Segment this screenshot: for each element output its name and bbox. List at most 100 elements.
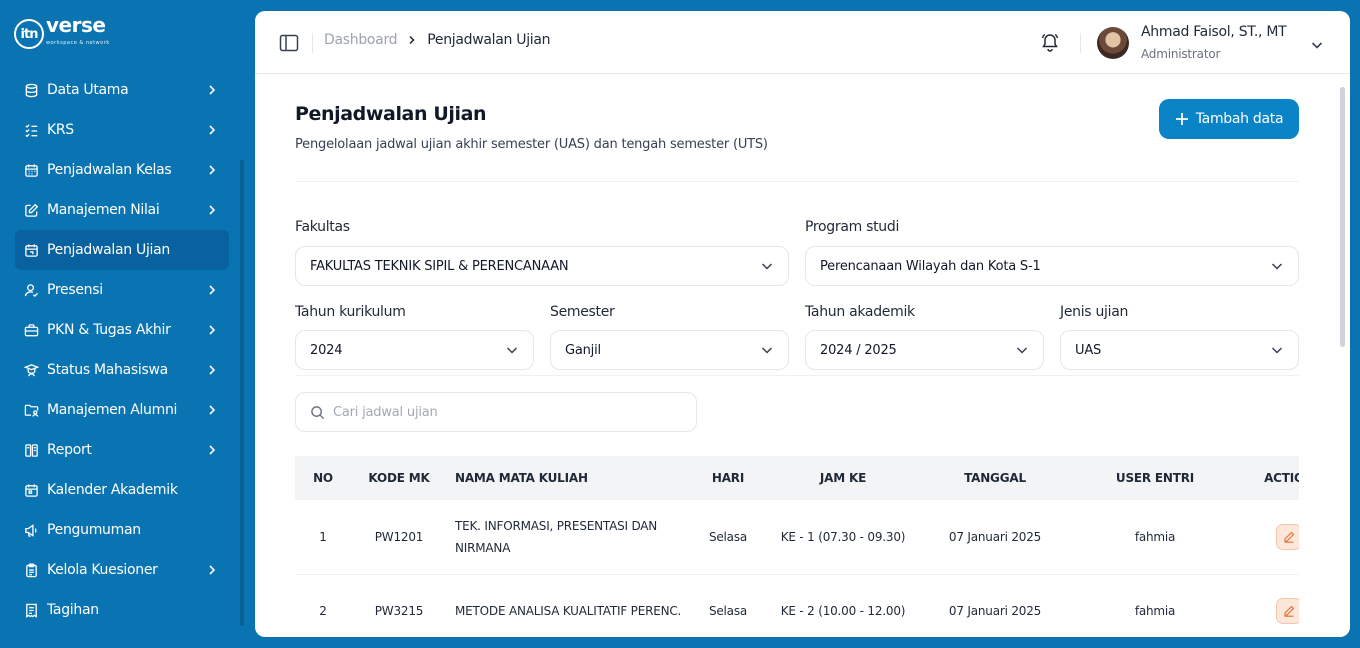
- cell-action: [1243, 500, 1299, 574]
- chevron-right-icon: [205, 283, 219, 297]
- sidebar-item-report[interactable]: Report: [15, 430, 229, 470]
- cell-hari: Selasa: [708, 604, 748, 618]
- chevron-right-icon: [205, 403, 219, 417]
- add-data-label: Tambah data: [1195, 111, 1284, 127]
- semester-value: Ganjil: [565, 342, 601, 358]
- sidebar-item-penjadwalan-ujian[interactable]: Penjadwalan Ujian: [15, 230, 229, 270]
- report-icon: [23, 442, 39, 458]
- kurikulum-value: 2024: [310, 342, 343, 358]
- chevron-down-icon: [1015, 343, 1029, 357]
- sidebar-item-pengumuman[interactable]: Pengumuman: [15, 510, 229, 550]
- main-scrollbar[interactable]: [1340, 87, 1345, 347]
- cell-nama-mk: METODE ANALISA KUALITATIF PERENC.: [455, 604, 682, 618]
- kurikulum-label: Tahun kurikulum: [295, 304, 406, 320]
- sidebar-item-label: KRS: [47, 122, 74, 138]
- user-name[interactable]: Ahmad Faisol, ST., MT: [1141, 24, 1287, 40]
- cell-tanggal: 07 Januari 2025: [948, 604, 1042, 618]
- chevron-right-icon: [407, 35, 417, 45]
- plus-icon: [1175, 113, 1188, 125]
- bell-icon[interactable]: [1040, 32, 1060, 52]
- sidebar-item-label: Status Mahasiswa: [47, 362, 168, 378]
- column-header: ACTION: [1264, 471, 1299, 485]
- jenis-ujian-label: Jenis ujian: [1060, 304, 1129, 320]
- sidebar-toggle-icon[interactable]: [279, 34, 299, 52]
- edit-button[interactable]: [1276, 598, 1299, 624]
- kurikulum-select[interactable]: 2024: [295, 330, 534, 370]
- sidebar-item-penjadwalan-kelas[interactable]: Penjadwalan Kelas: [15, 150, 229, 190]
- fakultas-select[interactable]: FAKULTAS TEKNIK SIPIL & PERENCANAAN: [295, 246, 789, 286]
- chevron-right-icon: [205, 163, 219, 177]
- sidebar-item-status-mahasiswa[interactable]: Status Mahasiswa: [15, 350, 229, 390]
- sidebar-item-krs[interactable]: KRS: [15, 110, 229, 150]
- chevron-down-icon: [760, 343, 774, 357]
- edit-square-icon: [23, 202, 39, 218]
- search-input[interactable]: [333, 404, 682, 420]
- cell-jam: KE - 1 (07.30 - 09.30): [780, 529, 906, 544]
- sidebar-item-pkn-tugas-akhir[interactable]: PKN & Tugas Akhir: [15, 310, 229, 350]
- student-icon: [23, 362, 39, 378]
- user-role: Administrator: [1141, 47, 1221, 61]
- akademik-select[interactable]: 2024 / 2025: [805, 330, 1044, 370]
- column-header: NAMA MATA KULIAH: [455, 471, 588, 485]
- sidebar-item-data-utama[interactable]: Data Utama: [15, 70, 229, 110]
- prodi-select[interactable]: Perencanaan Wilayah dan Kota S-1: [805, 246, 1299, 286]
- edit-button[interactable]: [1276, 523, 1299, 550]
- pencil-icon: [1284, 605, 1295, 617]
- sidebar-item-kelola-kuesioner[interactable]: Kelola Kuesioner: [15, 550, 229, 590]
- fakultas-label: Fakultas: [295, 219, 350, 235]
- list-check-icon: [23, 122, 39, 138]
- column-header: TANGGAL: [964, 471, 1026, 485]
- sidebar-item-label: Data Utama: [47, 82, 129, 98]
- add-data-button[interactable]: Tambah data: [1159, 99, 1299, 139]
- semester-select[interactable]: Ganjil: [550, 330, 789, 370]
- breadcrumb-dashboard-link[interactable]: Dashboard: [324, 32, 398, 48]
- brand-mark: itn: [14, 19, 44, 49]
- sidebar-item-manajemen-nilai[interactable]: Manajemen Nilai: [15, 190, 229, 230]
- chevron-down-icon: [1270, 343, 1284, 357]
- akademik-value: 2024 / 2025: [820, 342, 897, 358]
- sidebar-scrollbar[interactable]: [240, 160, 244, 626]
- pencil-icon: [1284, 531, 1295, 543]
- prodi-value: Perencanaan Wilayah dan Kota S-1: [820, 258, 1041, 274]
- page-title: Penjadwalan Ujian: [295, 103, 487, 125]
- avatar[interactable]: [1097, 27, 1129, 59]
- sidebar-item-label: PKN & Tugas Akhir: [47, 322, 171, 338]
- sidebar-item-manajemen-alumni[interactable]: Manajemen Alumni: [15, 390, 229, 430]
- column-header: JAM KE: [819, 471, 867, 485]
- divider: [295, 375, 1299, 376]
- jenis-ujian-select[interactable]: UAS: [1060, 330, 1299, 370]
- sidebar-item-presensi[interactable]: Presensi: [15, 270, 229, 310]
- sidebar-item-label: Pengumuman: [47, 522, 141, 538]
- chevron-down-icon[interactable]: [1310, 37, 1324, 51]
- column-header: NO: [313, 471, 333, 485]
- page-subtitle: Pengelolaan jadwal ujian akhir semester …: [295, 137, 768, 152]
- clipboard-icon: [23, 562, 39, 578]
- chevron-right-icon: [205, 123, 219, 137]
- brand-logo[interactable]: itn verse workspace & network: [14, 15, 110, 50]
- chevron-down-icon: [760, 259, 774, 273]
- akademik-label: Tahun akademik: [805, 304, 915, 320]
- breadcrumb-current: Penjadwalan Ujian: [427, 32, 551, 48]
- cell-hari: Selasa: [708, 529, 748, 544]
- table-row: 1 PW1201 TEK. INFORMASI, PRESENTASI DAN …: [295, 500, 1299, 574]
- sidebar-item-tagihan[interactable]: Tagihan: [15, 590, 229, 630]
- cell-action: [1243, 574, 1299, 637]
- search-icon: [311, 405, 325, 419]
- search-box: [295, 392, 697, 432]
- table-row: 2 PW3215 METODE ANALISA KUALITATIF PEREN…: [295, 574, 1299, 637]
- chevron-down-icon: [505, 343, 519, 357]
- sidebar-item-label: Presensi: [47, 282, 103, 298]
- sidebar-item-label: Manajemen Nilai: [47, 202, 160, 218]
- sidebar-item-label: Kelola Kuesioner: [47, 562, 158, 578]
- calendar-icon: [23, 482, 39, 498]
- cell-no: 1: [319, 529, 327, 544]
- column-header: USER ENTRI: [1115, 471, 1195, 485]
- chevron-right-icon: [205, 203, 219, 217]
- sidebar-item-label: Manajemen Alumni: [47, 402, 178, 418]
- sidebar-nav: Data Utama KRS Penjadwalan Kelas Manajem…: [15, 70, 229, 630]
- user-check-icon: [23, 282, 39, 298]
- jenis-ujian-value: UAS: [1075, 342, 1102, 358]
- calendar-grid-icon: [23, 162, 39, 178]
- brand-tagline: workspace & network: [46, 40, 110, 46]
- sidebar-item-kalender-akademik[interactable]: Kalender Akademik: [15, 470, 229, 510]
